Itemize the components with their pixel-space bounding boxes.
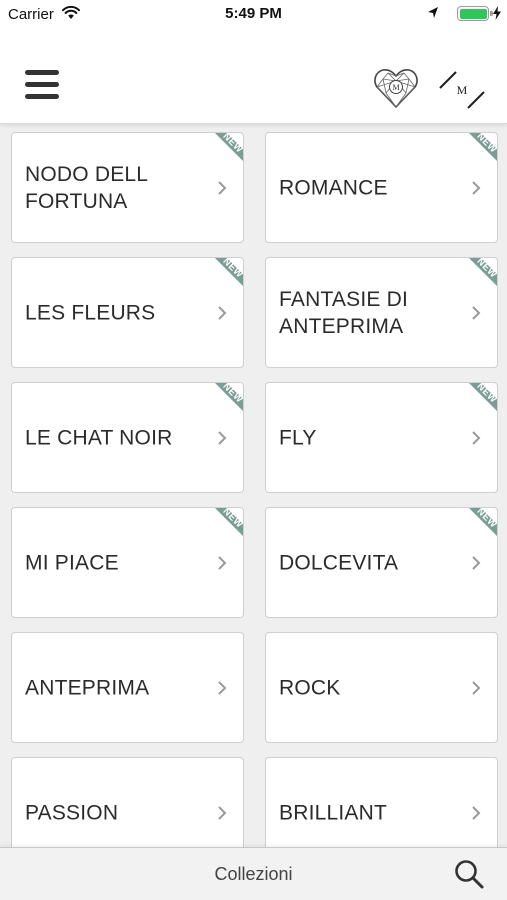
collection-card-label: PASSION bbox=[25, 801, 119, 824]
new-badge-ribbon: NEW bbox=[215, 133, 243, 161]
new-badge-ribbon: NEW bbox=[469, 133, 497, 161]
menu-bar bbox=[25, 70, 59, 75]
chevron-right-icon bbox=[472, 430, 481, 445]
charging-bolt-icon bbox=[493, 6, 501, 20]
new-badge-text: NEW bbox=[221, 258, 243, 280]
collection-card[interactable]: FANTASIE DI ANTEPRIMA NEW bbox=[265, 257, 498, 368]
new-badge-text: NEW bbox=[221, 133, 243, 155]
heart-monogram: M bbox=[392, 83, 399, 92]
new-badge-ribbon: NEW bbox=[215, 508, 243, 536]
collection-card[interactable]: FLY NEW bbox=[265, 382, 498, 493]
collection-card-label: ROMANCE bbox=[279, 176, 388, 199]
collection-card[interactable]: BRILLIANT bbox=[265, 757, 498, 847]
chevron-right-icon bbox=[218, 180, 227, 195]
chevron-right-icon bbox=[472, 555, 481, 570]
new-badge-text: NEW bbox=[221, 383, 243, 405]
new-badge-text: NEW bbox=[475, 508, 497, 530]
brand-monogram-letter: M bbox=[457, 83, 468, 97]
menu-bar bbox=[25, 94, 59, 99]
collection-card[interactable]: LE CHAT NOIR NEW bbox=[11, 382, 244, 493]
menu-bar bbox=[25, 82, 59, 87]
new-badge-ribbon: NEW bbox=[469, 508, 497, 536]
chevron-right-icon bbox=[472, 680, 481, 695]
location-arrow-icon bbox=[428, 7, 438, 18]
bottom-bar-title: Collezioni bbox=[214, 864, 293, 884]
collection-card[interactable]: MI PIACE NEW bbox=[11, 507, 244, 618]
collection-card-label: LE CHAT NOIR bbox=[25, 426, 173, 449]
chevron-right-icon bbox=[472, 305, 481, 320]
new-badge-ribbon: NEW bbox=[215, 383, 243, 411]
collection-card-label: ANTEPRIMA bbox=[25, 676, 150, 699]
status-bar: Carrier 5:49 PM bbox=[0, 0, 507, 28]
collection-card[interactable]: PASSION bbox=[11, 757, 244, 847]
collection-card[interactable]: ROCK bbox=[265, 632, 498, 743]
collection-card-label: FLY bbox=[279, 426, 317, 449]
hamburger-menu-icon[interactable] bbox=[25, 70, 59, 100]
collection-card-label: ROCK bbox=[279, 676, 341, 699]
collection-card[interactable]: ROMANCE NEW bbox=[265, 132, 498, 243]
chevron-right-icon bbox=[472, 180, 481, 195]
collection-card-label: BRILLIANT bbox=[279, 801, 387, 824]
brand-monogram-icon[interactable]: M bbox=[438, 66, 486, 114]
collection-card-label: MI PIACE bbox=[25, 551, 119, 574]
collections-content: NODO DELL FORTUNA NEW ROMANCE NEW LES FLEURS… bbox=[0, 124, 507, 847]
chevron-right-icon bbox=[218, 430, 227, 445]
collection-card-label: LES FLEURS bbox=[25, 301, 156, 324]
collection-card[interactable]: DOLCEVITA NEW bbox=[265, 507, 498, 618]
new-badge-text: NEW bbox=[475, 258, 497, 280]
chevron-right-icon bbox=[218, 555, 227, 570]
battery-level bbox=[459, 8, 487, 19]
search-icon[interactable] bbox=[453, 858, 485, 890]
battery-icon bbox=[457, 6, 493, 21]
collection-card-label: DOLCEVITA bbox=[279, 551, 399, 574]
chevron-right-icon bbox=[218, 305, 227, 320]
chevron-right-icon bbox=[218, 805, 227, 820]
chevron-right-icon bbox=[472, 805, 481, 820]
new-badge-text: NEW bbox=[475, 133, 497, 155]
collection-card-label: NODO DELL FORTUNA bbox=[25, 162, 148, 213]
chevron-right-icon bbox=[218, 680, 227, 695]
new-badge-ribbon: NEW bbox=[469, 383, 497, 411]
new-badge-ribbon: NEW bbox=[469, 258, 497, 286]
app-header: M M bbox=[0, 28, 507, 124]
collection-card[interactable]: NODO DELL FORTUNA NEW bbox=[11, 132, 244, 243]
new-badge-text: NEW bbox=[475, 383, 497, 405]
collection-card[interactable]: LES FLEURS NEW bbox=[11, 257, 244, 368]
new-badge-text: NEW bbox=[221, 508, 243, 530]
collections-grid: NODO DELL FORTUNA NEW ROMANCE NEW LES FLEURS… bbox=[11, 132, 498, 847]
collection-card-label: FANTASIE DI ANTEPRIMA bbox=[279, 287, 408, 338]
diamond-heart-logo-icon[interactable]: M bbox=[374, 67, 418, 109]
collection-card[interactable]: ANTEPRIMA bbox=[11, 632, 244, 743]
bottom-bar: Collezioni bbox=[0, 847, 507, 900]
new-badge-ribbon: NEW bbox=[215, 258, 243, 286]
